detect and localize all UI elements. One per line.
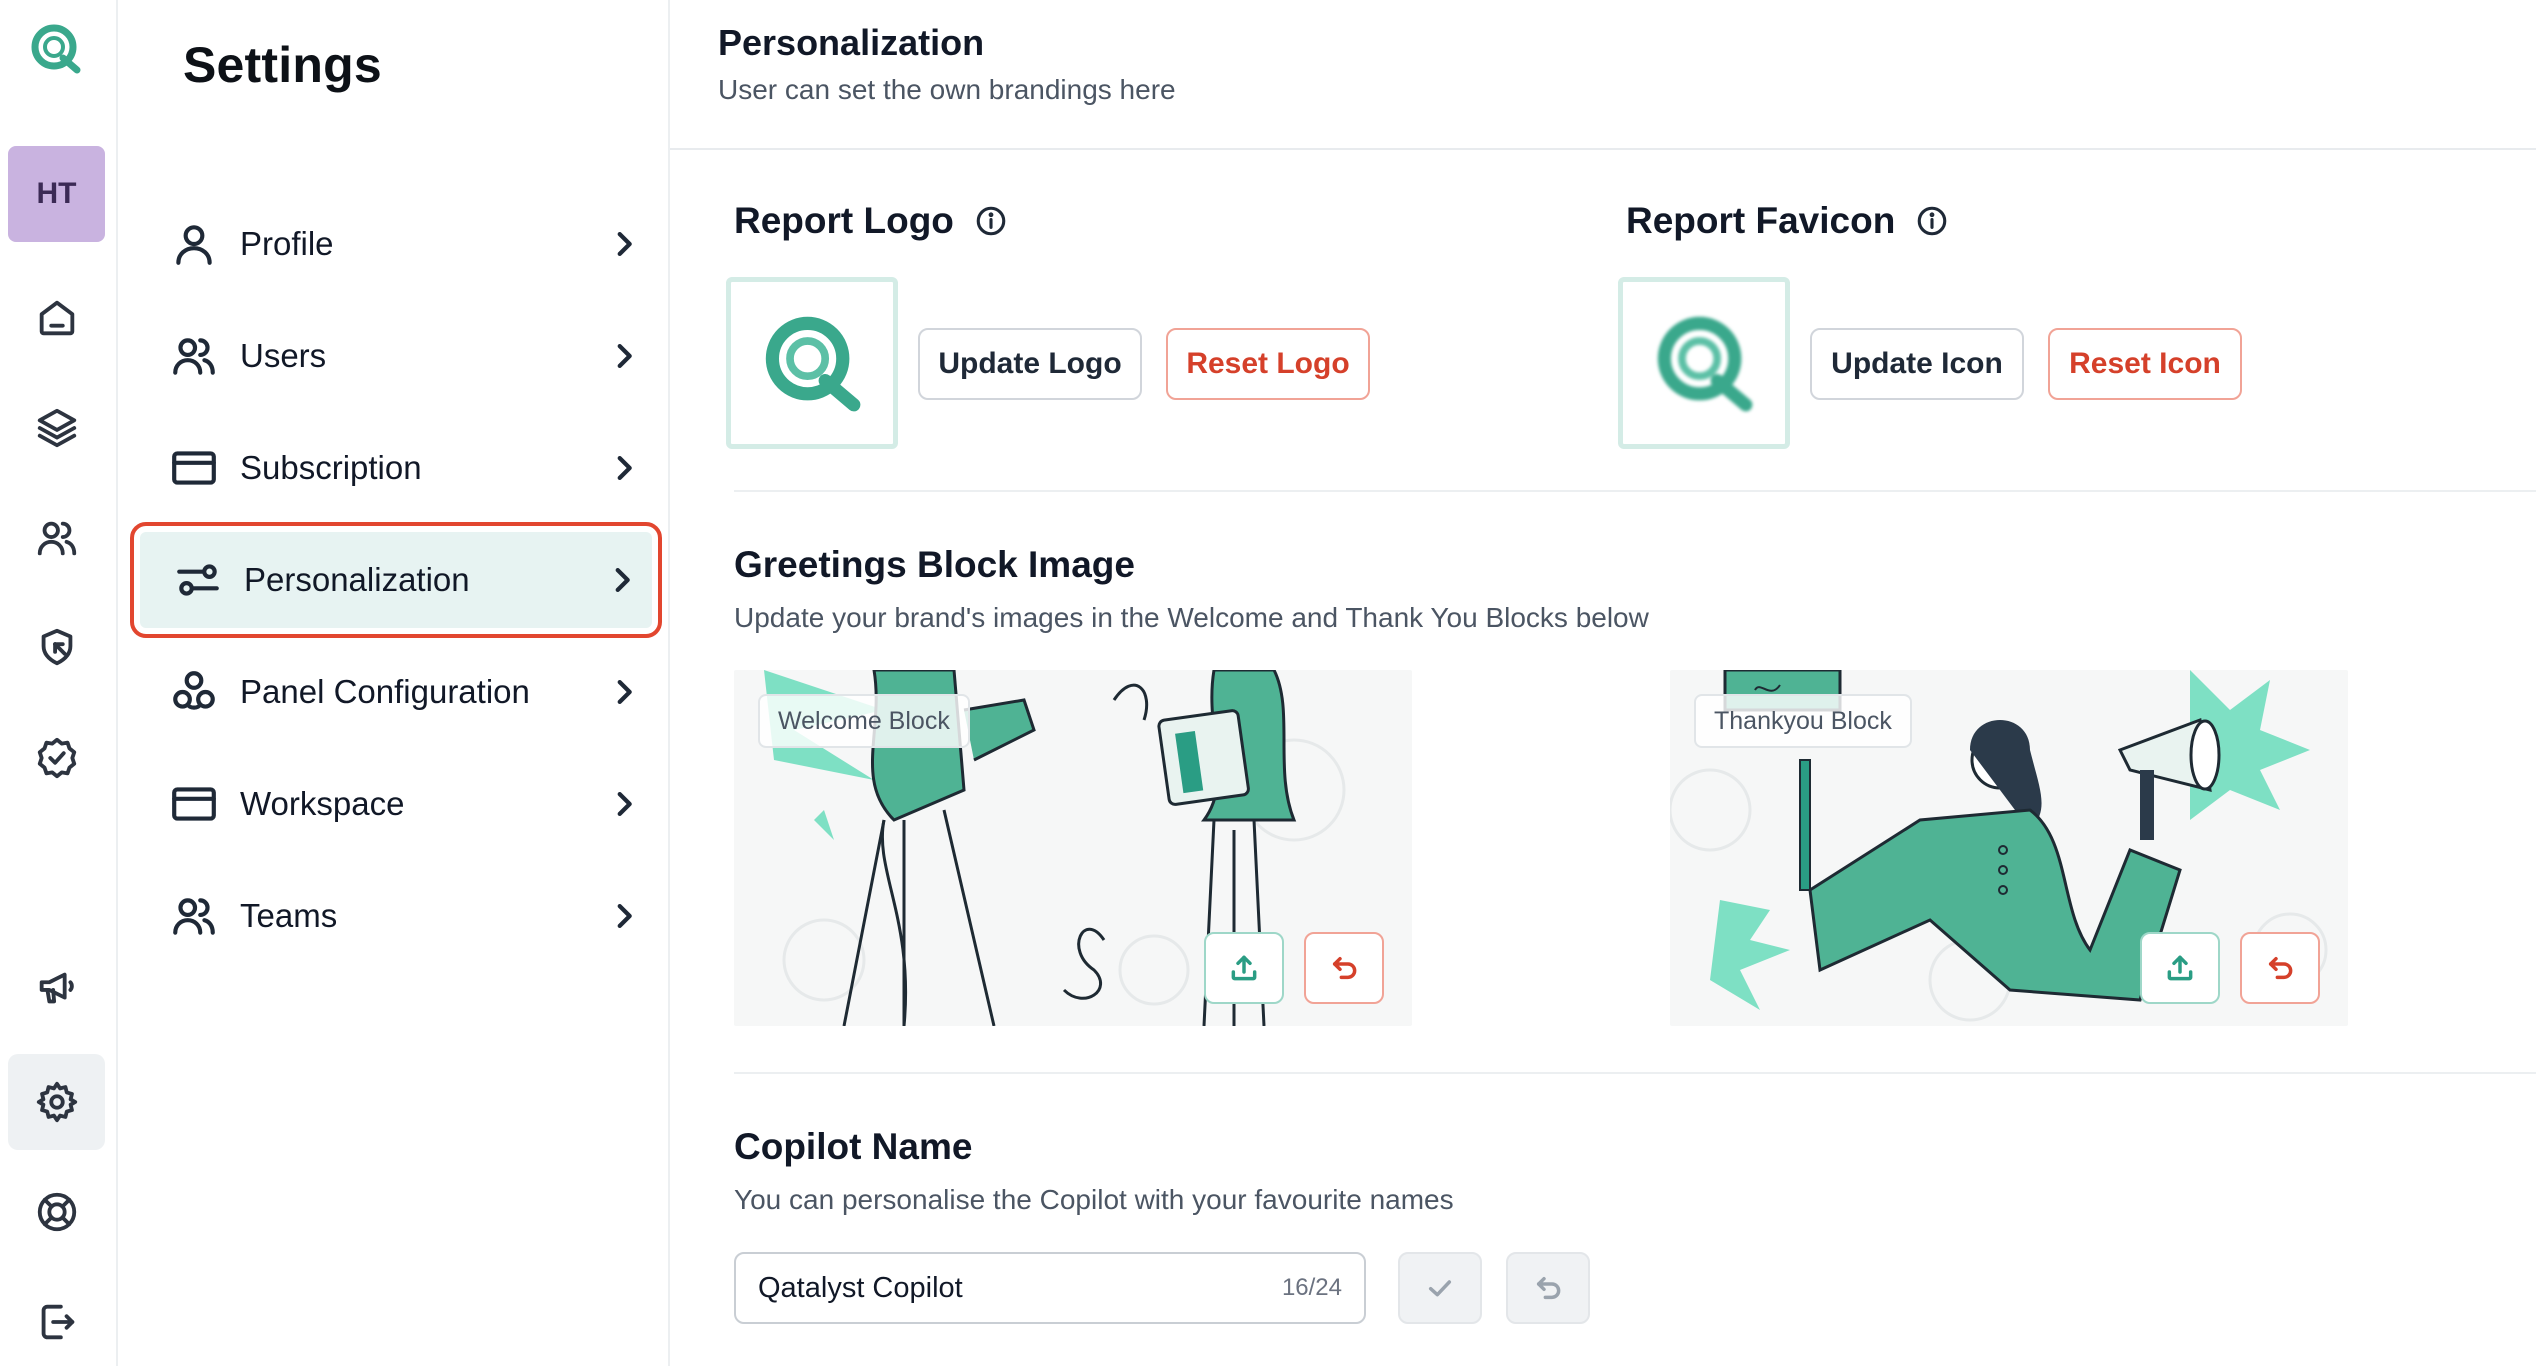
settings-item-workspace[interactable]: Workspace xyxy=(136,756,654,852)
undo-icon xyxy=(1536,1276,1561,1300)
report-favicon-heading: Report Favicon xyxy=(1626,200,1949,242)
update-logo-button[interactable]: Update Logo xyxy=(918,328,1142,400)
chevron-right-icon xyxy=(615,567,630,593)
megaphone-icon xyxy=(39,972,74,1004)
settings-item-users[interactable]: Users xyxy=(136,308,654,404)
settings-icon xyxy=(36,1081,77,1123)
thankyou-reset-button[interactable] xyxy=(2240,932,2320,1004)
settings-item-label: Workspace xyxy=(240,785,405,822)
user-icon xyxy=(176,225,212,265)
rail-announcements-button[interactable] xyxy=(8,940,105,1036)
logout-icon xyxy=(41,1304,74,1340)
users-icon xyxy=(37,521,76,556)
sliders-toggle-icon xyxy=(177,564,219,596)
chevron-right-icon xyxy=(617,903,632,929)
greetings-title: Greetings Block Image xyxy=(734,544,1135,585)
app-logo-icon[interactable] xyxy=(27,20,85,78)
chevron-right-icon xyxy=(617,343,632,369)
reset-logo-button[interactable]: Reset Logo xyxy=(1166,328,1370,400)
welcome-reset-button[interactable] xyxy=(1304,932,1384,1004)
settings-item-personalization[interactable]: Personalization xyxy=(130,522,662,638)
divider xyxy=(734,1072,2536,1074)
rail-home-button[interactable] xyxy=(8,270,105,366)
chevron-right-icon xyxy=(617,231,632,257)
brand-favicon-icon xyxy=(1657,316,1753,412)
reset-icon-button[interactable]: Reset Icon xyxy=(2048,328,2242,400)
chevron-right-icon xyxy=(617,679,632,705)
report-favicon-title: Report Favicon xyxy=(1626,200,1896,241)
rail-settings-button[interactable] xyxy=(8,1054,105,1150)
copilot-name-field[interactable]: 16/24 xyxy=(734,1252,1366,1324)
rail-pointer-button[interactable] xyxy=(8,600,105,696)
personalization-panel: Personalization User can set the own bra… xyxy=(670,0,2536,1366)
settings-item-label: Personalization xyxy=(244,561,470,598)
panel-config-icon xyxy=(173,671,215,710)
pointer-icon xyxy=(41,628,72,666)
page-subtitle: User can set the own brandings here xyxy=(718,74,1176,105)
character-counter: 16/24 xyxy=(1281,1274,1342,1301)
copilot-name-input[interactable] xyxy=(758,1271,1282,1305)
upload-icon xyxy=(1231,955,1257,981)
settings-item-label: Profile xyxy=(240,225,334,262)
welcome-upload-button[interactable] xyxy=(1204,932,1284,1004)
workspace-icon xyxy=(172,787,216,821)
copilot-heading: Copilot Name xyxy=(734,1126,972,1168)
save-copilot-name-button[interactable] xyxy=(1398,1252,1482,1324)
settings-item-label: Panel Configuration xyxy=(240,673,530,710)
greetings-subtitle: Update your brand's images in the Welcom… xyxy=(734,602,1649,633)
check-icon xyxy=(1428,1280,1452,1297)
rail-layers-button[interactable] xyxy=(8,380,105,476)
settings-item-subscription[interactable]: Subscription xyxy=(136,420,654,516)
users-icon xyxy=(173,338,215,375)
icon-rail: HT xyxy=(0,0,118,1366)
reset-copilot-name-button[interactable] xyxy=(1506,1252,1590,1324)
home-icon xyxy=(39,300,74,336)
settings-item-label: Users xyxy=(240,337,327,374)
thankyou-block-card: Thankyou Block xyxy=(1670,670,2348,1026)
avatar-initials: HT xyxy=(36,177,77,210)
rail-logout-button[interactable] xyxy=(8,1274,105,1366)
brand-logo-icon xyxy=(765,316,861,412)
copilot-title: Copilot Name xyxy=(734,1126,973,1167)
rail-users-button[interactable] xyxy=(8,490,105,586)
report-logo-title: Report Logo xyxy=(734,200,954,241)
page-header: Personalization User can set the own bra… xyxy=(670,0,2536,150)
user-avatar[interactable]: HT xyxy=(8,146,105,242)
info-icon[interactable] xyxy=(1915,204,1949,238)
greetings-heading: Greetings Block Image xyxy=(734,544,1135,586)
badge-check-icon xyxy=(37,737,76,779)
info-icon[interactable] xyxy=(974,204,1008,238)
report-logo-heading: Report Logo xyxy=(734,200,1008,242)
thankyou-upload-button[interactable] xyxy=(2140,932,2220,1004)
rail-verified-button[interactable] xyxy=(8,710,105,806)
welcome-block-tag: Welcome Block xyxy=(758,694,970,748)
thankyou-block-tag: Thankyou Block xyxy=(1694,694,1912,748)
settings-item-label: Teams xyxy=(240,897,338,934)
undo-icon xyxy=(2268,956,2293,980)
chevron-right-icon xyxy=(617,455,632,481)
welcome-block-card: Welcome Block xyxy=(734,670,1412,1026)
lifebuoy-icon xyxy=(37,1192,76,1232)
upload-icon xyxy=(2167,955,2193,981)
settings-item-profile[interactable]: Profile xyxy=(136,196,654,292)
undo-icon xyxy=(1332,956,1357,980)
settings-sidebar: Settings Profile Users Subscription Pers… xyxy=(118,0,670,1366)
settings-item-teams[interactable]: Teams xyxy=(136,868,654,964)
copilot-subtitle: You can personalise the Copilot with you… xyxy=(734,1184,1454,1215)
update-icon-button[interactable]: Update Icon xyxy=(1810,328,2024,400)
page-title: Personalization xyxy=(718,22,985,63)
layers-icon xyxy=(37,408,76,448)
report-favicon-preview xyxy=(1618,277,1790,449)
chevron-right-icon xyxy=(617,791,632,817)
divider xyxy=(734,490,2536,492)
teams-icon xyxy=(173,898,215,935)
report-logo-preview xyxy=(726,277,898,449)
settings-title: Settings xyxy=(183,37,382,93)
rail-help-button[interactable] xyxy=(8,1164,105,1260)
settings-item-label: Subscription xyxy=(240,449,422,486)
settings-item-panel-configuration[interactable]: Panel Configuration xyxy=(136,644,654,740)
credit-card-icon xyxy=(172,451,216,485)
